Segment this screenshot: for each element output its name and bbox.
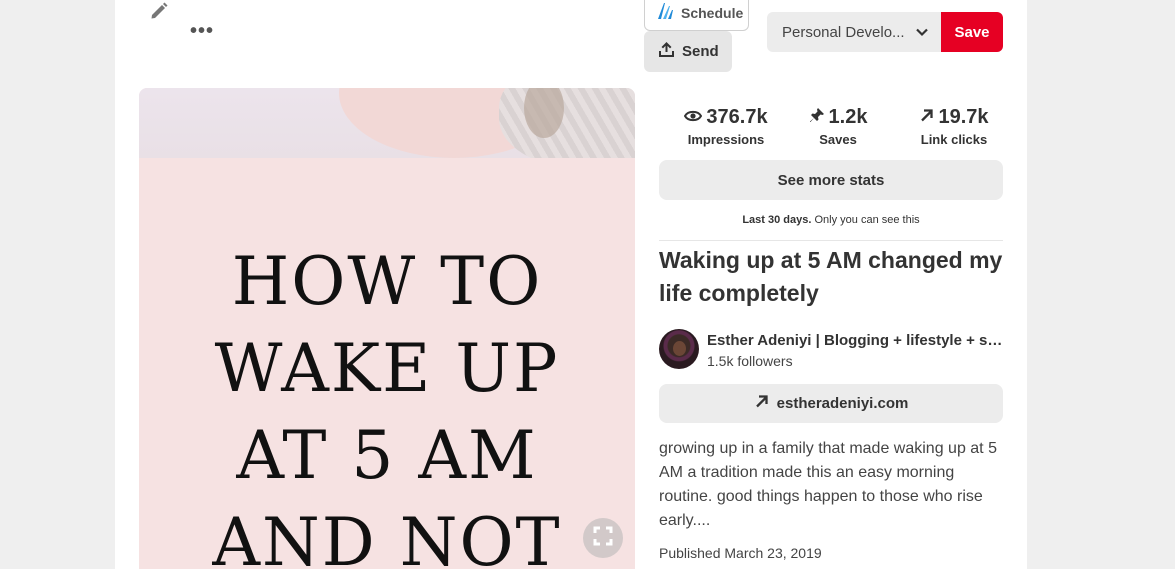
schedule-label: Schedule (681, 4, 744, 21)
avatar[interactable] (659, 329, 699, 369)
clicks-label: Link clicks (920, 132, 988, 147)
impressions-value: 376.7k (706, 106, 768, 128)
stat-link-clicks: 19.7k Link clicks (900, 106, 1008, 147)
source-link-text: estheradeniyi.com (776, 395, 909, 412)
clicks-value: 19.7k (938, 106, 989, 128)
divider (659, 240, 1003, 241)
saves-value: 1.2k (828, 106, 868, 128)
share-upload-icon (658, 41, 675, 62)
board-select-dropdown[interactable]: Personal Develo... (767, 12, 941, 52)
saves-label: Saves (819, 132, 857, 147)
send-label: Send (682, 43, 719, 60)
see-more-stats-button[interactable]: See more stats (659, 160, 1003, 200)
save-button[interactable]: Save (941, 12, 1003, 52)
stat-saves: 1.2k Saves (797, 106, 879, 147)
schedule-button[interactable]: Schedule (644, 0, 749, 31)
source-link-button[interactable]: estheradeniyi.com (659, 384, 1003, 423)
ellipsis-icon[interactable]: ••• (190, 21, 214, 41)
pin-image-text: HOW TO WAKE UP AT 5 AM AND NOT (212, 243, 562, 569)
board-select-value: Personal Develo... (782, 23, 905, 41)
published-date: Published March 23, 2019 (659, 545, 822, 561)
schedule-logo-icon (655, 1, 675, 24)
eye-icon (684, 106, 703, 129)
pin-title: Waking up at 5 AM changed my life comple… (659, 247, 1003, 306)
arrow-up-right-icon (754, 394, 769, 413)
author-name[interactable]: Esther Adeniyi | Blogging + lifestyle + … (707, 332, 1003, 349)
stats-period-note: Last 30 days. Only you can see this (659, 214, 1003, 226)
send-button[interactable]: Send (644, 31, 732, 72)
pin-photo (139, 88, 635, 158)
pin-description: growing up in a family that made waking … (659, 440, 997, 529)
stat-impressions: 376.7k Impressions (667, 106, 785, 147)
pencil-icon[interactable] (148, 0, 170, 22)
stats-privacy-note: Only you can see this (814, 214, 920, 226)
pin-image[interactable]: HOW TO WAKE UP AT 5 AM AND NOT (139, 88, 635, 569)
chevron-down-icon (915, 25, 929, 43)
impressions-label: Impressions (687, 132, 765, 147)
pushpin-icon (809, 106, 825, 129)
arrow-up-right-icon (919, 106, 934, 129)
stats-period: Last 30 days. (742, 214, 812, 226)
expand-icon (593, 526, 613, 551)
expand-image-button[interactable] (583, 518, 623, 558)
follower-count: 1.5k followers (707, 353, 793, 369)
